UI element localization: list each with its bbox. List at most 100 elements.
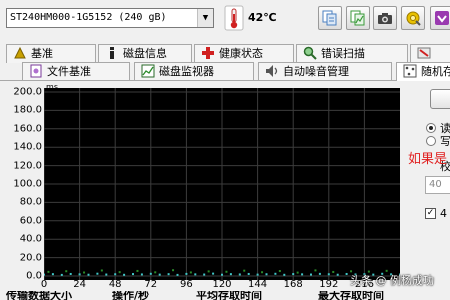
y-tick-label: 100.0 bbox=[13, 178, 42, 190]
tab-disk-monitor[interactable]: 磁盘监视器 bbox=[134, 62, 254, 81]
tab-file-benchmark[interactable]: 文件基准 bbox=[22, 62, 130, 81]
header-max-access-time: 最大存取时间 bbox=[318, 291, 384, 300]
options-button[interactable] bbox=[401, 6, 425, 30]
x-tick-label: 24 bbox=[73, 279, 86, 290]
duration-spinbox[interactable]: 40 bbox=[425, 176, 450, 194]
tab-health-label: 健康状态 bbox=[219, 47, 263, 60]
data-point-series-0 bbox=[158, 273, 161, 276]
read-radio[interactable] bbox=[426, 123, 436, 133]
tools-icon bbox=[406, 11, 421, 26]
y-tick-label: 40.0 bbox=[19, 233, 42, 245]
data-point-series-0 bbox=[336, 273, 339, 276]
data-point-series-1 bbox=[296, 271, 299, 274]
data-point-series-1 bbox=[172, 269, 175, 272]
tab-disk-info[interactable]: 磁盘信息 bbox=[98, 44, 192, 63]
data-point-series-0 bbox=[283, 273, 286, 276]
tab-noise-management-label: 自动噪音管理 bbox=[283, 65, 349, 78]
x-tick-label: 144 bbox=[248, 279, 268, 290]
temperature-readout: 42℃ bbox=[248, 11, 277, 24]
data-point-series-1 bbox=[207, 270, 210, 273]
data-point-series-0 bbox=[345, 272, 348, 275]
tab-erase[interactable] bbox=[410, 44, 450, 63]
data-point-series-0 bbox=[123, 273, 126, 276]
data-point-series-0 bbox=[327, 273, 330, 276]
tab-error-scan-label: 错误扫描 bbox=[321, 47, 365, 60]
disk-monitor-icon bbox=[141, 64, 155, 78]
chevron-down-icon[interactable]: ▼ bbox=[197, 9, 213, 27]
header-avg-access-time: 平均存取时间 bbox=[196, 291, 262, 300]
benchmark-icon bbox=[14, 46, 26, 59]
erase-icon bbox=[417, 47, 431, 59]
exit-icon bbox=[435, 11, 449, 25]
data-point-series-1 bbox=[83, 271, 86, 274]
data-point-series-1 bbox=[261, 271, 264, 274]
y-tick-label: 20.0 bbox=[19, 252, 42, 264]
tab-error-scan[interactable]: 错误扫描 bbox=[296, 44, 408, 63]
noise-icon bbox=[266, 65, 278, 77]
write-radio-label: 写 bbox=[440, 135, 450, 148]
toolbar: ST240HM000-1G5152 (240 gB) ▼ 42℃ bbox=[0, 0, 450, 36]
random-access-icon bbox=[403, 64, 417, 78]
y-tick-label: 200.0 bbox=[13, 86, 42, 98]
y-tick-label: 140.0 bbox=[13, 141, 42, 153]
y-tick-label: 80.0 bbox=[19, 196, 42, 208]
x-tick-label: 0 bbox=[40, 279, 48, 290]
data-point-series-0 bbox=[185, 272, 188, 275]
thermometer-icon bbox=[224, 5, 244, 31]
y-tick-label: 120.0 bbox=[13, 160, 42, 172]
start-button[interactable] bbox=[430, 89, 450, 109]
x-tick-label: 168 bbox=[283, 279, 303, 290]
data-point-series-0 bbox=[167, 273, 170, 276]
copy-info-button[interactable] bbox=[318, 6, 342, 30]
exit-button[interactable] bbox=[430, 6, 450, 30]
drive-select[interactable]: ST240HM000-1G5152 (240 gB) ▼ bbox=[6, 8, 214, 28]
data-point-series-1 bbox=[100, 269, 103, 272]
data-point-series-0 bbox=[105, 273, 108, 276]
data-point-series-0 bbox=[132, 273, 134, 276]
data-point-series-0 bbox=[194, 273, 197, 276]
tab-file-benchmark-label: 文件基准 bbox=[47, 65, 91, 78]
y-tick-label: 180.0 bbox=[13, 104, 42, 116]
data-point-series-1 bbox=[136, 269, 139, 272]
tab-benchmark-label: 基准 bbox=[31, 47, 53, 60]
x-tick-label: 120 bbox=[212, 279, 232, 290]
data-point-series-0 bbox=[96, 272, 99, 275]
health-icon bbox=[202, 47, 214, 59]
data-point-series-1 bbox=[225, 270, 228, 273]
option-checkbox[interactable]: ✓ bbox=[425, 208, 436, 219]
data-point-series-0 bbox=[212, 272, 215, 275]
y-axis: 200.0 180.0 160.0 140.0 120.0 100.0 80.0 60.0 40… bbox=[6, 82, 58, 282]
data-point-series-0 bbox=[229, 273, 232, 276]
tab-benchmark[interactable]: 基准 bbox=[6, 44, 96, 63]
tab-noise-management[interactable]: 自动噪音管理 bbox=[258, 62, 392, 81]
copy-info-icon bbox=[322, 10, 337, 26]
y-tick-label: 160.0 bbox=[13, 123, 42, 135]
y-tick-label: 60.0 bbox=[19, 215, 42, 227]
data-point-series-0 bbox=[301, 273, 304, 276]
data-point-series-0 bbox=[78, 273, 81, 276]
drive-select-value: ST240HM000-1G5152 (240 gB) bbox=[10, 12, 167, 23]
data-point-series-0 bbox=[256, 273, 259, 276]
tab-health[interactable]: 健康状态 bbox=[194, 44, 294, 63]
data-point-series-0 bbox=[318, 272, 321, 275]
watermark: 头条 @ 例杨成功 bbox=[350, 274, 434, 287]
chart-plot-area bbox=[44, 88, 400, 280]
data-point-series-0 bbox=[292, 273, 295, 276]
x-tick-label: 96 bbox=[180, 279, 193, 290]
write-radio[interactable] bbox=[426, 136, 436, 146]
data-point-series-1 bbox=[118, 271, 121, 274]
data-point-series-1 bbox=[314, 269, 317, 272]
tab-disk-info-label: 磁盘信息 bbox=[123, 47, 167, 60]
x-tick-label: 192 bbox=[319, 279, 339, 290]
file-benchmark-icon bbox=[30, 64, 42, 78]
results-header: 传输数据大小 操作/秒 平均存取时间 最大存取时间 bbox=[0, 291, 450, 300]
copy-graph-button[interactable] bbox=[346, 6, 370, 30]
tab-random-access[interactable]: 随机存 bbox=[396, 62, 450, 81]
data-point-series-1 bbox=[47, 270, 50, 273]
data-point-series-0 bbox=[310, 273, 312, 276]
data-point-series-0 bbox=[221, 273, 223, 276]
data-point-series-0 bbox=[265, 273, 268, 276]
screenshot-button[interactable] bbox=[373, 6, 397, 30]
copy-graph-icon bbox=[350, 10, 365, 26]
data-point-series-1 bbox=[278, 270, 281, 273]
